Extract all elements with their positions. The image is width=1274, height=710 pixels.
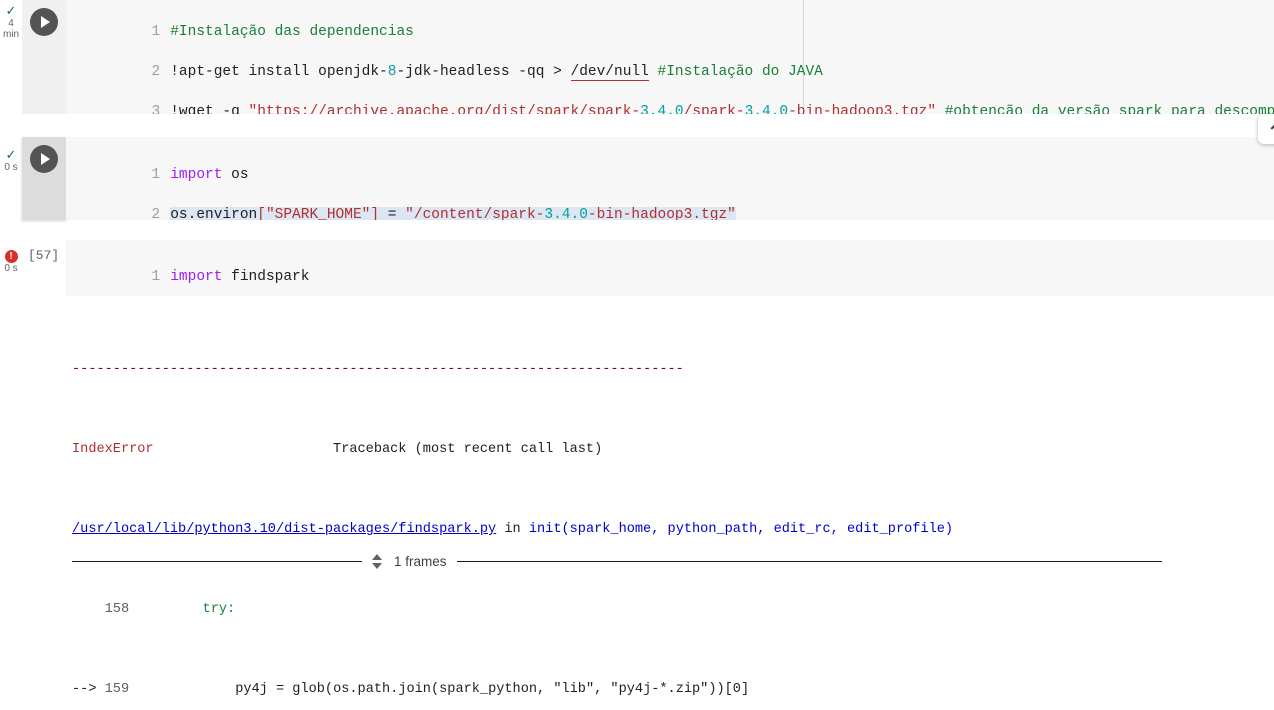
line-number: 1 xyxy=(151,269,161,285)
traceback-frame-1: /usr/local/lib/python3.10/dist-packages/… xyxy=(72,522,954,537)
traceback-source-line: 158 try: xyxy=(104,602,236,617)
code-line-selected[interactable]: 2 os.environ["SPARK_HOME"] = "/content/sp… xyxy=(66,185,736,220)
line-number: 1 xyxy=(151,167,161,183)
code-line[interactable]: 2findspark.init() xyxy=(66,289,1274,296)
frame-path-link[interactable]: /usr/local/lib/python3.10/dist-packages/… xyxy=(72,522,496,537)
frames-count-label: 1 frames xyxy=(394,553,447,569)
code-line[interactable]: 3 !wget -q "https://archive.apache.org/di… xyxy=(66,82,1274,114)
code-line[interactable]: 1 import findspark xyxy=(66,247,1274,285)
cell-2-status-gutter: ✓ 0 s xyxy=(0,147,22,174)
cell-1-runtime-line2: min xyxy=(2,29,20,40)
cell-1-editor[interactable]: 1 #Instalação das dependencias 2 !apt-get … xyxy=(66,0,1274,114)
frames-toggle-bar[interactable]: 1 frames xyxy=(72,550,1162,572)
code-line[interactable]: 2 !apt-get install openjdk-8-jdk-headless… xyxy=(66,42,1274,81)
cell-2-run-area[interactable] xyxy=(22,137,66,220)
error-output: ----------------------------------------… xyxy=(72,300,1272,710)
cell-3-editor[interactable]: 1import findspark 2findspark.init() xyxy=(66,240,1274,296)
line-number: 1 xyxy=(151,24,161,40)
execution-count-label: [57] xyxy=(28,248,60,263)
run-cell-button[interactable] xyxy=(30,8,58,36)
code-line[interactable]: 1 import os xyxy=(66,145,1274,183)
divider-left xyxy=(72,560,362,562)
move-cell-up-icon[interactable] xyxy=(1266,120,1274,138)
traceback-header-1: IndexError Traceback (most recent call l… xyxy=(72,442,603,457)
code-text: #Instalação das dependencias xyxy=(170,24,414,40)
check-icon: ✓ xyxy=(5,3,17,18)
traceback-separator: ----------------------------------------… xyxy=(72,362,684,377)
line-number: 3 xyxy=(151,104,161,114)
cell-3-status-gutter: ! 0 s xyxy=(0,248,22,274)
line-number: 2 xyxy=(151,64,161,80)
error-icon: ! xyxy=(0,248,22,263)
code-line[interactable]: 1 #Instalação das dependencias xyxy=(66,2,1274,40)
divider-right xyxy=(456,560,1162,562)
cell-2-editor[interactable]: 1 import os 2 os.environ["SPARK_HOME"] = "… xyxy=(66,137,1274,220)
traceback-source-line-current: --> 159 py4j = glob(os.path.join(spark_p… xyxy=(72,682,750,697)
run-cell-button[interactable] xyxy=(30,145,58,173)
check-icon: ✓ xyxy=(5,147,17,162)
expand-frames-chevron-icon[interactable] xyxy=(370,553,384,569)
cell-1-status-gutter: ✓ 4 min xyxy=(0,3,22,41)
cell-1-run-area[interactable] xyxy=(22,0,66,114)
line-number: 2 xyxy=(151,207,161,220)
cell-2-runtime: 0 s xyxy=(4,162,18,173)
cell-toolbar-float[interactable] xyxy=(1258,114,1274,144)
cell-1-runtime-line1: 4 xyxy=(8,18,14,29)
cell-3-runtime: 0 s xyxy=(4,263,18,274)
